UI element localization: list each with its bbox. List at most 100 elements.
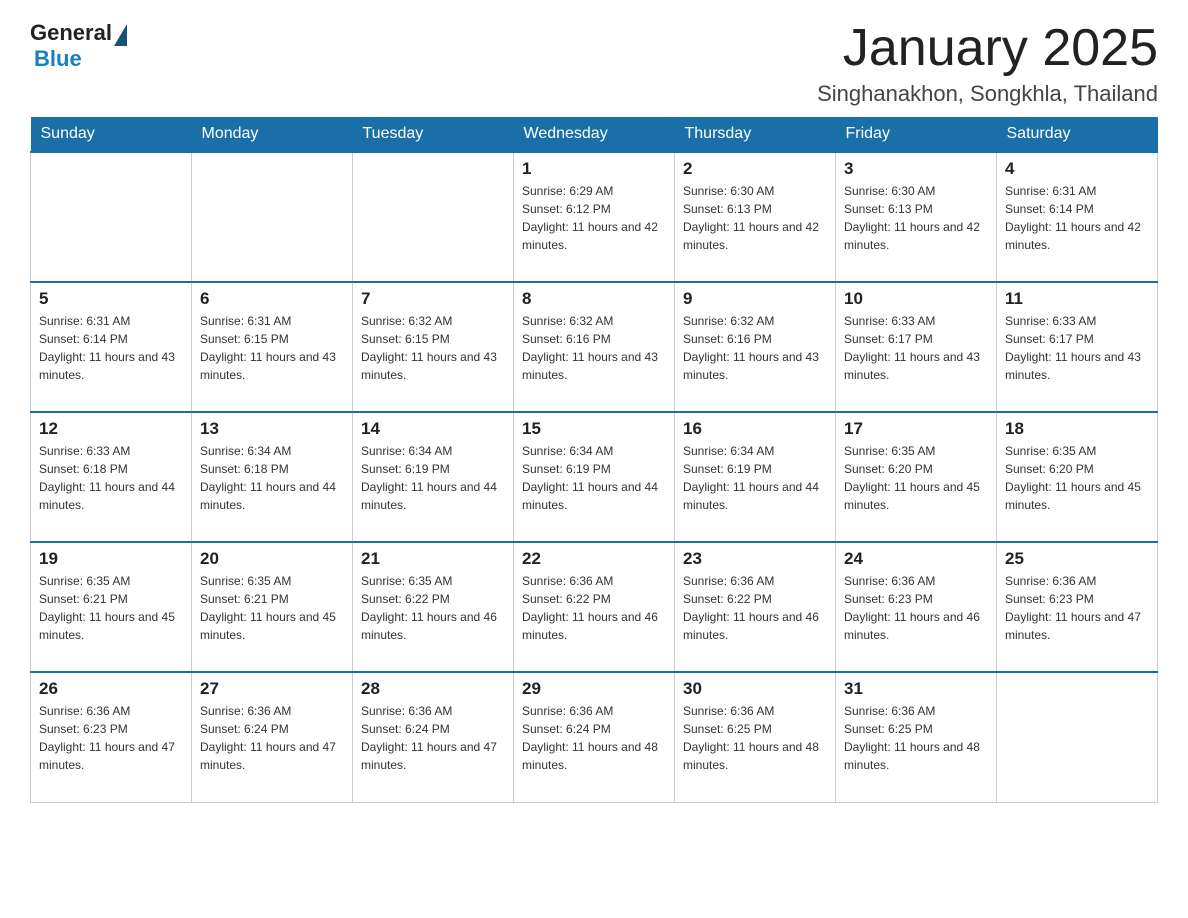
calendar-cell: 19Sunrise: 6:35 AM Sunset: 6:21 PM Dayli… (31, 542, 192, 672)
day-info: Sunrise: 6:31 AM Sunset: 6:14 PM Dayligh… (39, 312, 183, 384)
calendar-cell: 18Sunrise: 6:35 AM Sunset: 6:20 PM Dayli… (997, 412, 1158, 542)
day-number: 4 (1005, 159, 1149, 179)
day-number: 2 (683, 159, 827, 179)
day-number: 19 (39, 549, 183, 569)
day-info: Sunrise: 6:34 AM Sunset: 6:19 PM Dayligh… (361, 442, 505, 514)
calendar-cell: 29 Sunrise: 6:36 AM Sunset: 6:24 PM Dayli… (514, 672, 675, 802)
day-info: Sunrise: 6:36 AM Sunset: 6:24 PM Dayligh… (361, 702, 505, 774)
day-info: Sunrise: 6:36 AM Sunset: 6:25 PM Dayligh… (683, 702, 827, 774)
day-info: Sunrise: 6:35 AM Sunset: 6:21 PM Dayligh… (200, 572, 344, 644)
day-number: 13 (200, 419, 344, 439)
calendar-cell (997, 672, 1158, 802)
calendar-cell: 4 Sunrise: 6:31 AM Sunset: 6:14 PM Daylig… (997, 152, 1158, 282)
calendar-cell: 7Sunrise: 6:32 AM Sunset: 6:15 PM Daylig… (353, 282, 514, 412)
day-info: Sunrise: 6:35 AM Sunset: 6:20 PM Dayligh… (844, 442, 988, 514)
day-number: 30 (683, 679, 827, 699)
calendar-cell: 2 Sunrise: 6:30 AM Sunset: 6:13 PM Daylig… (675, 152, 836, 282)
day-number: 8 (522, 289, 666, 309)
calendar-cell: 3Sunrise: 6:30 AM Sunset: 6:13 PM Daylig… (836, 152, 997, 282)
day-info: Sunrise: 6:35 AM Sunset: 6:22 PM Dayligh… (361, 572, 505, 644)
day-number: 22 (522, 549, 666, 569)
calendar-cell: 22 Sunrise: 6:36 AM Sunset: 6:22 PM Dayli… (514, 542, 675, 672)
day-of-week-header: Sunday (31, 117, 192, 152)
day-info: Sunrise: 6:36 AM Sunset: 6:23 PM Dayligh… (844, 572, 988, 644)
day-of-week-header: Wednesday (514, 117, 675, 152)
day-of-week-header: Friday (836, 117, 997, 152)
calendar-cell: 6Sunrise: 6:31 AM Sunset: 6:15 PM Daylig… (192, 282, 353, 412)
day-number: 17 (844, 419, 988, 439)
calendar-cell (353, 152, 514, 282)
calendar-cell: 9 Sunrise: 6:32 AM Sunset: 6:16 PM Daylig… (675, 282, 836, 412)
day-info: Sunrise: 6:34 AM Sunset: 6:19 PM Dayligh… (683, 442, 827, 514)
day-number: 9 (683, 289, 827, 309)
calendar-cell: 30 Sunrise: 6:36 AM Sunset: 6:25 PM Dayli… (675, 672, 836, 802)
day-of-week-header: Monday (192, 117, 353, 152)
day-number: 18 (1005, 419, 1149, 439)
day-number: 7 (361, 289, 505, 309)
calendar-title: January 2025 (817, 20, 1158, 77)
day-info: Sunrise: 6:34 AM Sunset: 6:18 PM Dayligh… (200, 442, 344, 514)
calendar-cell: 23Sunrise: 6:36 AM Sunset: 6:22 PM Dayli… (675, 542, 836, 672)
day-info: Sunrise: 6:36 AM Sunset: 6:22 PM Dayligh… (522, 572, 666, 644)
calendar-cell (31, 152, 192, 282)
day-number: 23 (683, 549, 827, 569)
day-info: Sunrise: 6:36 AM Sunset: 6:24 PM Dayligh… (522, 702, 666, 774)
calendar-cell: 20 Sunrise: 6:35 AM Sunset: 6:21 PM Dayli… (192, 542, 353, 672)
calendar-week-row: 12 Sunrise: 6:33 AM Sunset: 6:18 PM Dayli… (31, 412, 1158, 542)
day-number: 27 (200, 679, 344, 699)
day-info: Sunrise: 6:33 AM Sunset: 6:17 PM Dayligh… (844, 312, 988, 384)
day-info: Sunrise: 6:32 AM Sunset: 6:16 PM Dayligh… (683, 312, 827, 384)
day-info: Sunrise: 6:32 AM Sunset: 6:16 PM Dayligh… (522, 312, 666, 384)
day-number: 26 (39, 679, 183, 699)
day-info: Sunrise: 6:33 AM Sunset: 6:17 PM Dayligh… (1005, 312, 1149, 384)
day-number: 20 (200, 549, 344, 569)
day-number: 29 (522, 679, 666, 699)
title-area: January 2025 Singhanakhon, Songkhla, Tha… (817, 20, 1158, 107)
day-of-week-header: Thursday (675, 117, 836, 152)
day-number: 25 (1005, 549, 1149, 569)
day-number: 16 (683, 419, 827, 439)
calendar-cell: 8 Sunrise: 6:32 AM Sunset: 6:16 PM Daylig… (514, 282, 675, 412)
day-number: 5 (39, 289, 183, 309)
calendar-cell: 16 Sunrise: 6:34 AM Sunset: 6:19 PM Dayli… (675, 412, 836, 542)
day-number: 1 (522, 159, 666, 179)
calendar-cell: 14 Sunrise: 6:34 AM Sunset: 6:19 PM Dayli… (353, 412, 514, 542)
day-info: Sunrise: 6:36 AM Sunset: 6:23 PM Dayligh… (1005, 572, 1149, 644)
day-info: Sunrise: 6:29 AM Sunset: 6:12 PM Dayligh… (522, 182, 666, 254)
calendar-cell (192, 152, 353, 282)
day-number: 11 (1005, 289, 1149, 309)
day-number: 21 (361, 549, 505, 569)
day-number: 28 (361, 679, 505, 699)
logo: General Blue (30, 20, 127, 72)
calendar-cell: 21 Sunrise: 6:35 AM Sunset: 6:22 PM Dayli… (353, 542, 514, 672)
calendar-week-row: 19 Sunrise: 6:35 AM Sunset: 6:21 PM Dayli… (31, 542, 1158, 672)
calendar-week-row: 5 Sunrise: 6:31 AM Sunset: 6:14 PM Daylig… (31, 282, 1158, 412)
day-info: Sunrise: 6:33 AM Sunset: 6:18 PM Dayligh… (39, 442, 183, 514)
day-info: Sunrise: 6:31 AM Sunset: 6:14 PM Dayligh… (1005, 182, 1149, 254)
day-info: Sunrise: 6:30 AM Sunset: 6:13 PM Dayligh… (844, 182, 988, 254)
day-number: 31 (844, 679, 988, 699)
day-number: 15 (522, 419, 666, 439)
day-info: Sunrise: 6:34 AM Sunset: 6:19 PM Dayligh… (522, 442, 666, 514)
calendar-header-row: SundayMondayTuesdayWednesdayThursdayFrid… (31, 117, 1158, 152)
day-number: 24 (844, 549, 988, 569)
day-number: 12 (39, 419, 183, 439)
calendar-cell: 12 Sunrise: 6:33 AM Sunset: 6:18 PM Dayli… (31, 412, 192, 542)
calendar-table: SundayMondayTuesdayWednesdayThursdayFrid… (30, 117, 1158, 803)
day-of-week-header: Tuesday (353, 117, 514, 152)
day-number: 6 (200, 289, 344, 309)
calendar-cell: 27 Sunrise: 6:36 AM Sunset: 6:24 PM Dayli… (192, 672, 353, 802)
day-number: 14 (361, 419, 505, 439)
day-info: Sunrise: 6:36 AM Sunset: 6:25 PM Dayligh… (844, 702, 988, 774)
day-info: Sunrise: 6:36 AM Sunset: 6:23 PM Dayligh… (39, 702, 183, 774)
day-info: Sunrise: 6:36 AM Sunset: 6:24 PM Dayligh… (200, 702, 344, 774)
calendar-week-row: 1 Sunrise: 6:29 AM Sunset: 6:12 PM Daylig… (31, 152, 1158, 282)
calendar-cell: 10 Sunrise: 6:33 AM Sunset: 6:17 PM Dayli… (836, 282, 997, 412)
day-number: 10 (844, 289, 988, 309)
calendar-cell: 11 Sunrise: 6:33 AM Sunset: 6:17 PM Dayli… (997, 282, 1158, 412)
calendar-cell: 28 Sunrise: 6:36 AM Sunset: 6:24 PM Dayli… (353, 672, 514, 802)
day-of-week-header: Saturday (997, 117, 1158, 152)
calendar-cell: 5 Sunrise: 6:31 AM Sunset: 6:14 PM Daylig… (31, 282, 192, 412)
day-info: Sunrise: 6:30 AM Sunset: 6:13 PM Dayligh… (683, 182, 827, 254)
calendar-cell: 13 Sunrise: 6:34 AM Sunset: 6:18 PM Dayli… (192, 412, 353, 542)
